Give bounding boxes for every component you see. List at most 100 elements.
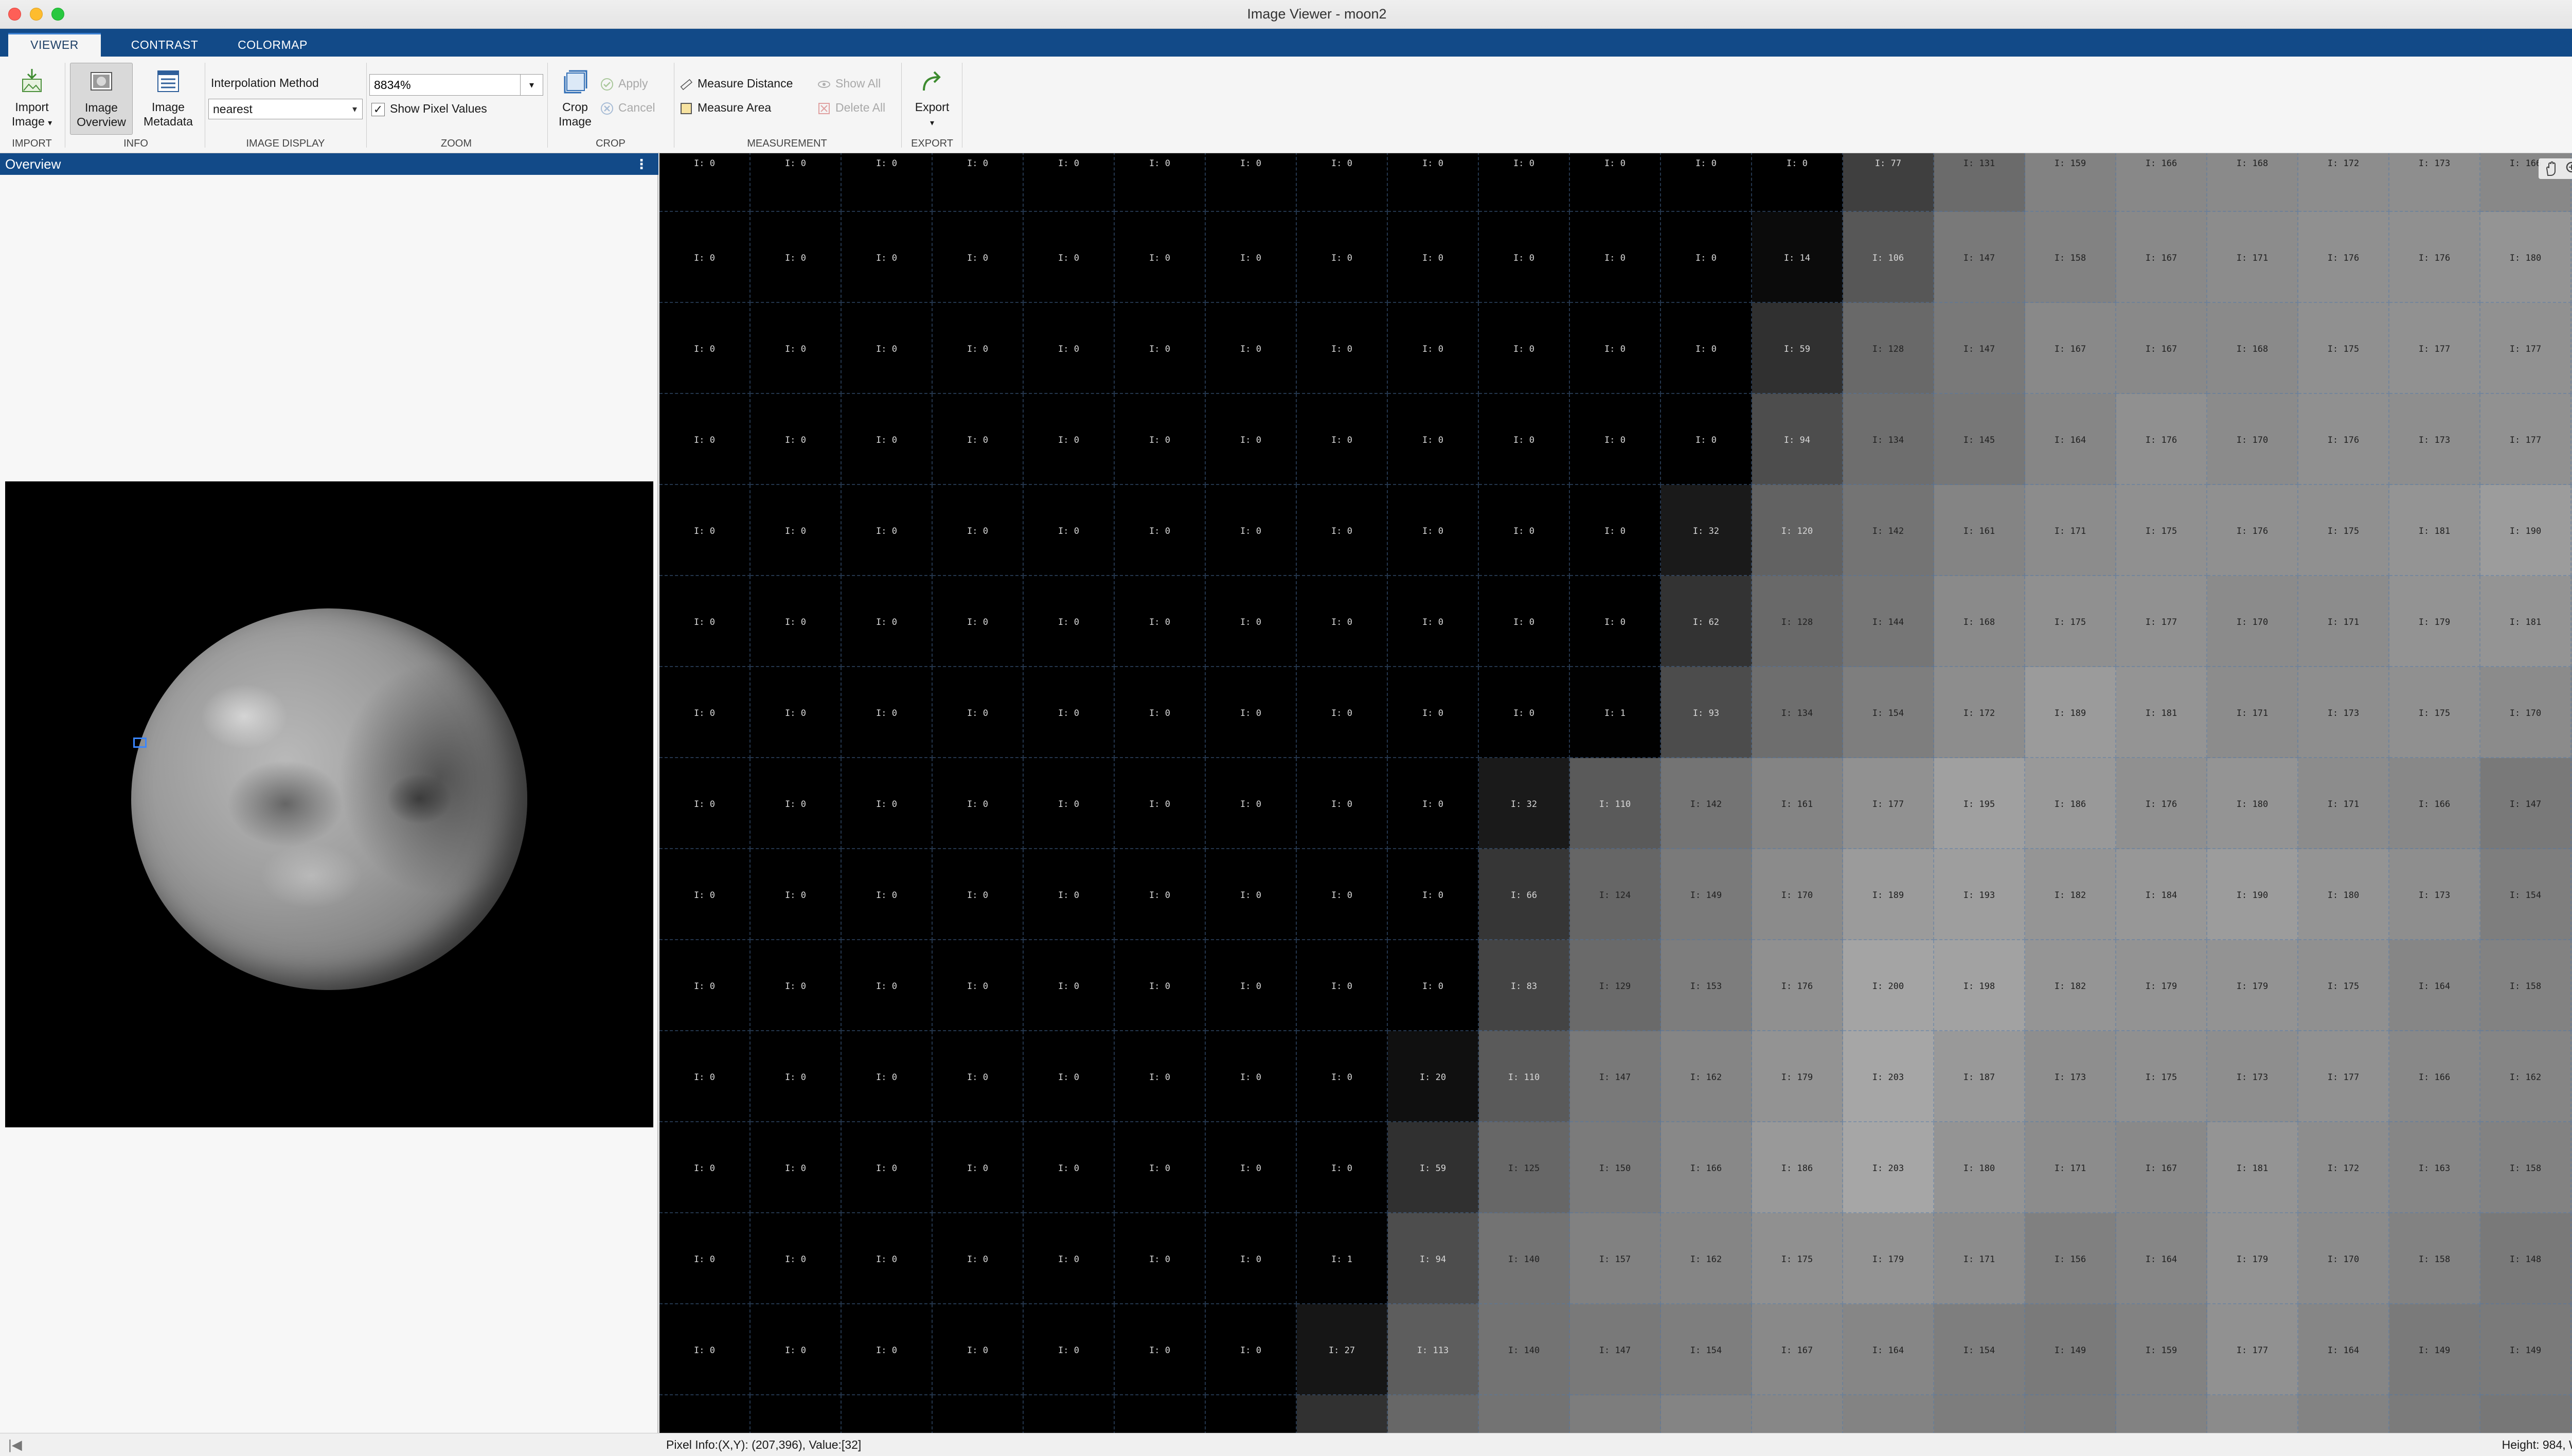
pixel-value-label: I: 176 (2145, 799, 2177, 810)
pixel-value-label: I: 0 (967, 1254, 988, 1265)
pixel-cell: I: 0 (933, 667, 1024, 758)
tab-viewer[interactable]: VIEWER (8, 33, 101, 57)
panel-menu-icon[interactable]: ⋮ (635, 153, 648, 175)
overview-image[interactable] (5, 481, 653, 1127)
apply-button[interactable]: Apply (600, 75, 648, 92)
measure-area-button[interactable]: Measure Area (679, 99, 771, 116)
pixel-cell: I: 164 (2116, 1213, 2207, 1304)
export-button[interactable]: Export ▾ (906, 67, 958, 135)
pixel-cell: I: 0 (659, 1031, 751, 1122)
pixel-cell: I: 154 (2480, 849, 2571, 940)
zoom-combobox[interactable]: ▾ (369, 74, 543, 96)
interpolation-method-select[interactable]: nearest ▾ (208, 99, 363, 119)
image-metadata-button[interactable]: Image Metadata (135, 67, 202, 135)
pixel-cell: I: 0 (1115, 1122, 1206, 1213)
pixel-value-label: I: 0 (694, 435, 715, 445)
pixel-cell: I: 175 (2025, 576, 2116, 667)
tab-colormap[interactable]: COLORMAP (226, 33, 319, 57)
pixel-value-label: I: 0 (1240, 617, 1261, 627)
tab-contrast[interactable]: CONTRAST (108, 33, 221, 57)
pixel-value-image-view[interactable]: I: 0 I: 0 I: 0 I: 0 I: 0 I: 0 I: 0 I: 0 I: 0 I: 0… (659, 153, 2572, 1433)
pixel-cell: I: 181 (2389, 485, 2480, 576)
pixel-cell: I: 128 (1752, 576, 1843, 667)
pixel-value-label: I: 158 (2509, 1163, 2542, 1174)
pixel-cell: I: 0 (1297, 1031, 1388, 1122)
cancel-label: Cancel (618, 101, 655, 114)
pixel-cell: I: 0 (842, 1395, 933, 1433)
pixel-cell: I: 187 (1934, 1031, 2025, 1122)
pixel-cell: I: 0 (751, 576, 842, 667)
pixel-cell: I: 0 (659, 303, 751, 394)
pixel-cell: I: 0 (1024, 1304, 1115, 1395)
pixel-cell: I: 0 (1661, 212, 1752, 303)
pixel-cell: I: 0 (1024, 485, 1115, 576)
overview-viewport-rectangle[interactable] (133, 738, 147, 748)
measure-area-label: Measure Area (698, 101, 772, 114)
pixel-value-label: I: 173 (2236, 1072, 2269, 1083)
pixel-cell: I: 0 (1388, 576, 1479, 667)
pixel-cell: I: 145 (2480, 1395, 2571, 1433)
pixel-cell: I: 0 (659, 849, 751, 940)
pixel-cell: I: 147 (1934, 303, 2025, 394)
pixel-value-label: I: 187 (1963, 1072, 1995, 1083)
chevron-down-icon[interactable]: ▾ (520, 75, 543, 95)
pixel-cell: I: 0 (1206, 849, 1297, 940)
pixel-cell: I: 171 (2298, 758, 2389, 849)
pixel-value-label: I: 0 (694, 1254, 715, 1265)
pixel-value-label: I: 190 (2509, 526, 2542, 536)
pixel-cell: I: 189 (1843, 849, 1934, 940)
pixel-cell: I: 0 (1206, 1031, 1297, 1122)
pixel-value-label: I: 120 (1781, 526, 1813, 536)
pixel-value-label: I: 149 (1690, 890, 1722, 901)
pixel-cell: I: 147 (1934, 212, 2025, 303)
pixel-cell: I: 181 (2207, 1122, 2298, 1213)
pixel-value-label: I: 0 (785, 617, 806, 627)
zoom-in-icon[interactable] (2564, 160, 2572, 177)
image-overview-button[interactable]: Image Overview (70, 63, 133, 135)
checkbox-checked-icon[interactable]: ✓ (371, 102, 385, 116)
pixel-cell: I: 0 (751, 485, 842, 576)
show-all-button[interactable]: Show All (817, 75, 881, 92)
delete-all-button[interactable]: Delete All (817, 99, 885, 116)
pixel-value-label: I: 175 (2327, 981, 2360, 992)
pixel-value-label: I: 0 (1240, 708, 1261, 718)
pan-icon[interactable] (2543, 160, 2560, 177)
pixel-cell: I: 164 (2025, 394, 2116, 485)
crop-image-button[interactable]: Crop Image (551, 67, 599, 135)
crop-image-label-1: Crop (562, 100, 588, 114)
measure-distance-button[interactable]: Measure Distance (679, 75, 793, 92)
pixel-value-label: I: 164 (2054, 435, 2086, 445)
pixel-value-label: I: 140 (1508, 1254, 1540, 1265)
group-divider (366, 63, 367, 148)
pixel-value-label: I: 0 (1149, 1163, 1170, 1174)
pixel-cell: I: 176 (2298, 394, 2389, 485)
pixel-cell: I: 189 (2025, 667, 2116, 758)
show-pixel-values-checkbox[interactable]: ✓ Show Pixel Values (371, 100, 487, 117)
pixel-value-label: I: 177 (2327, 1072, 2360, 1083)
pixel-cell: I: 140 (1479, 1213, 1570, 1304)
pixel-cell: I: 0 (842, 485, 933, 576)
pixel-value-label: I: 173 (2418, 890, 2451, 901)
pixel-cell: I: 0 (842, 849, 933, 940)
pixel-cell: I: 0 (1297, 667, 1388, 758)
pixel-cell: I: 0 (1297, 485, 1388, 576)
pixel-value-label: I: 0 (785, 158, 806, 169)
pixel-cell: I: 94 (1388, 1213, 1479, 1304)
group-label-measurement: MEASUREMENT (747, 138, 827, 149)
import-image-button[interactable]: Import Image ▾ (4, 67, 60, 135)
pixel-value-label: I: 159 (2054, 158, 2086, 169)
cancel-button[interactable]: Cancel (600, 99, 655, 116)
pixel-value-label: I: 0 (876, 890, 897, 901)
pixel-value-label: I: 177 (2236, 1345, 2269, 1356)
pixel-cell: I: 0 (1570, 153, 1661, 212)
pixel-value-label: I: 0 (1240, 890, 1261, 901)
pixel-cell: I: 0 (1297, 153, 1388, 212)
group-divider (547, 63, 548, 148)
scroll-to-start-icon[interactable]: |◀ (8, 1433, 22, 1456)
pixel-cell: I: 142 (1661, 758, 1752, 849)
zoom-input[interactable] (370, 75, 520, 95)
pixel-value-label: I: 0 (967, 617, 988, 627)
pixel-cell: I: 0 (659, 940, 751, 1031)
pixel-cell: I: 0 (933, 212, 1024, 303)
pixel-value-label: I: 0 (1604, 526, 1626, 536)
